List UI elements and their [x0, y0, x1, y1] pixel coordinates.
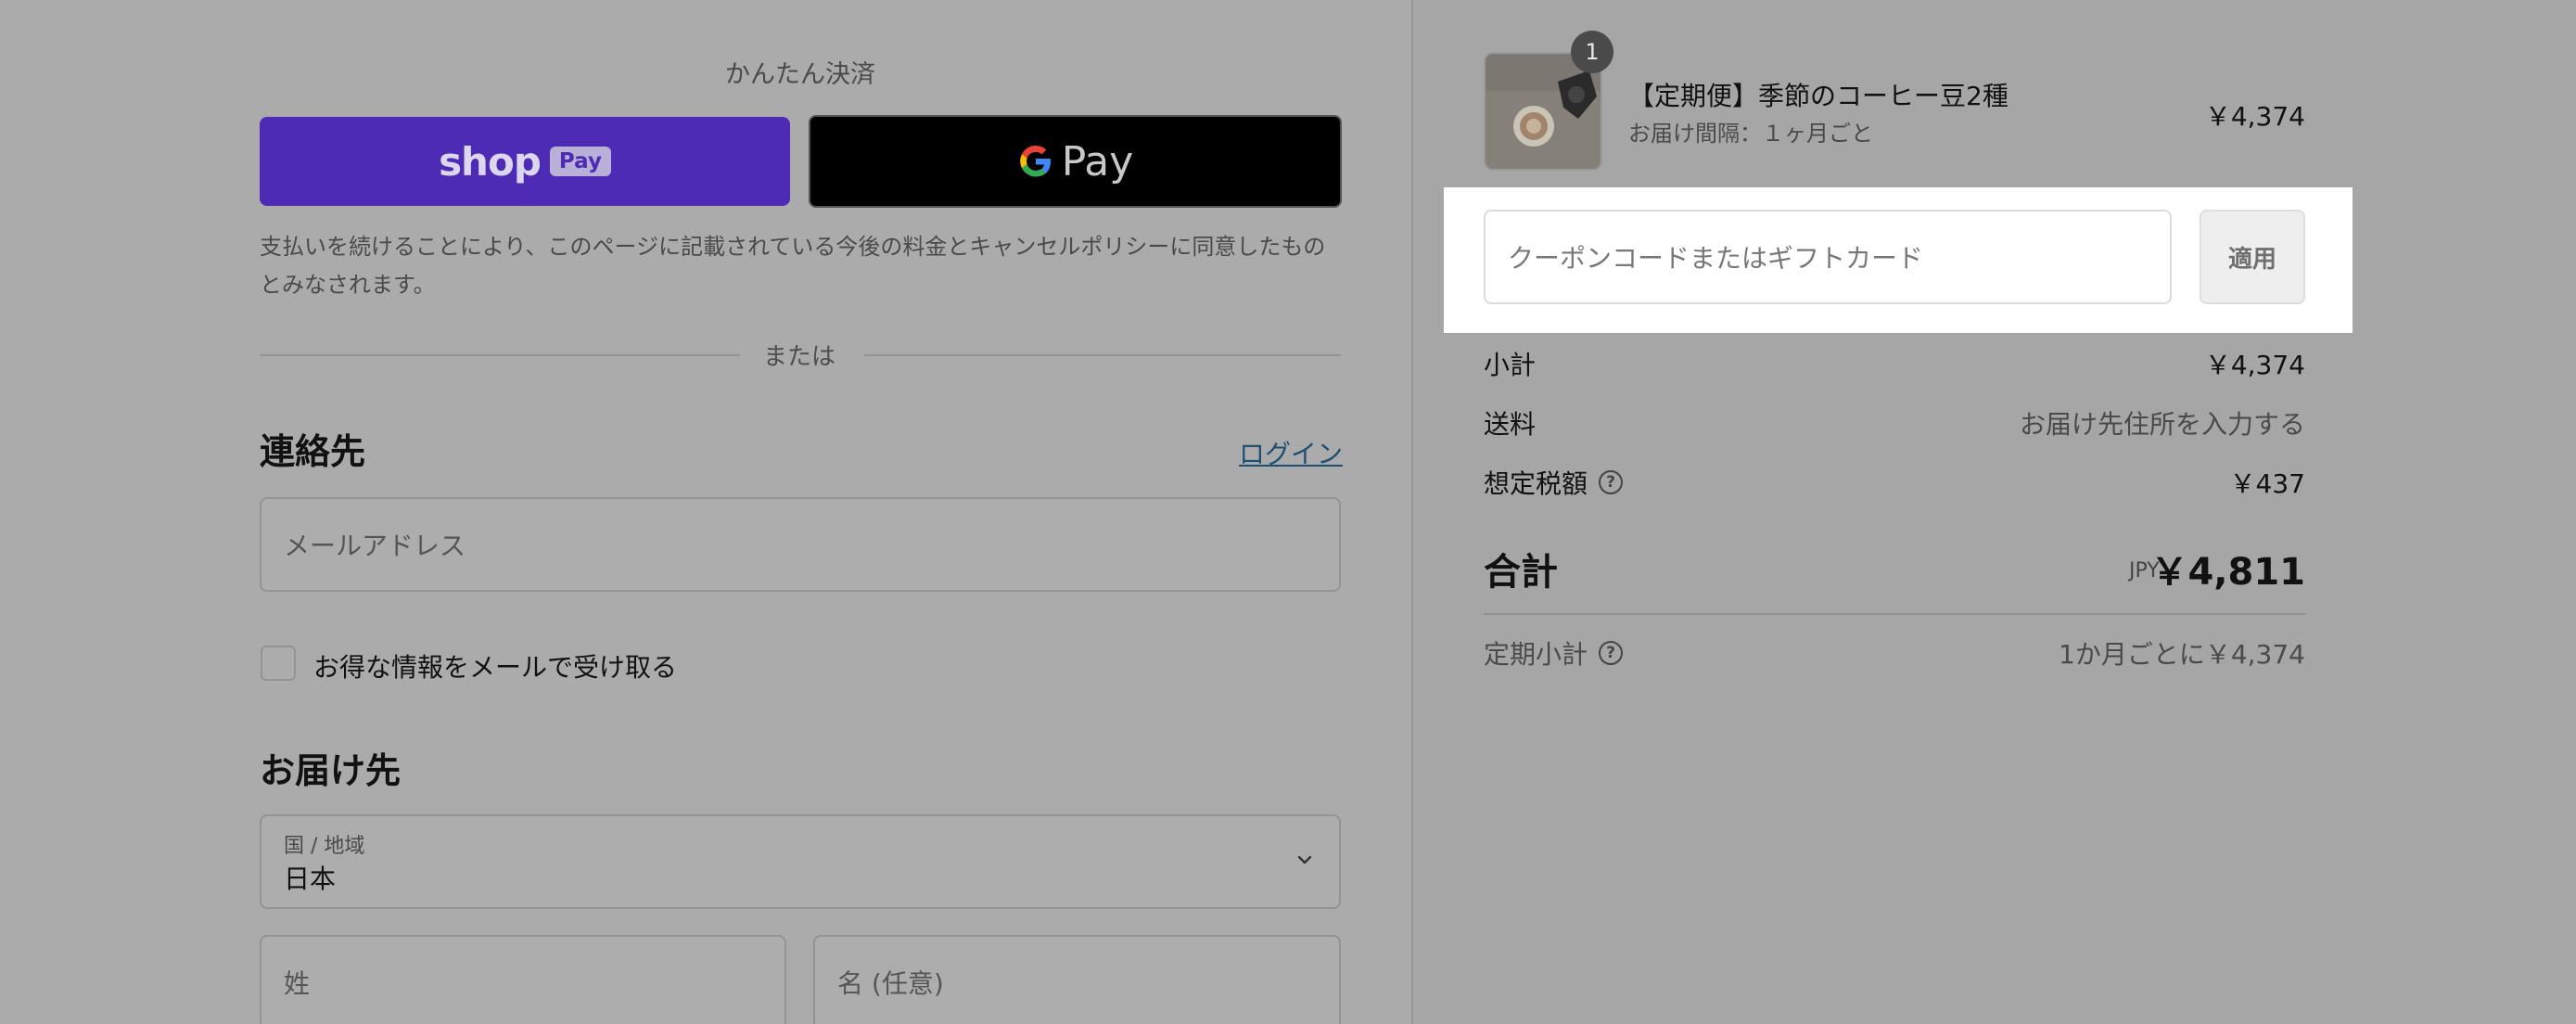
express-checkout-title: かんたん決済 [725, 60, 875, 89]
tax-value: ￥437 [2229, 468, 2305, 499]
google-pay-label: Pay [1061, 137, 1134, 186]
total-value: ￥4,811 [2150, 551, 2305, 594]
subtotal-value: ￥4,374 [2204, 350, 2305, 380]
coupon-input[interactable]: クーポンコードまたはギフトカード [1484, 210, 2172, 304]
recurring-label-group: 定期小計 ? [1484, 634, 1624, 672]
email-placeholder: メールアドレス [284, 531, 466, 561]
email-field[interactable]: メールアドレス [260, 497, 1341, 592]
coupon-placeholder: クーポンコードまたはギフトカード [1508, 243, 1924, 274]
subtotal-row: 小計 ￥4,374 [1484, 345, 2305, 386]
divider-left [260, 354, 740, 356]
divider-or: または [762, 343, 835, 371]
coupon-panel: クーポンコードまたはギフトカード 適用 [1444, 187, 2353, 333]
product-subtitle: お届け間隔：１ヶ月ごと [1628, 121, 1873, 147]
login-link[interactable]: ログイン [1239, 434, 1343, 471]
shop-pay-wordmark: shop [439, 138, 542, 185]
recurring-label: 定期小計 [1484, 639, 1588, 670]
shop-pay-button[interactable]: shop Pay [260, 117, 790, 206]
country-label: 国 / 地域 [284, 835, 365, 858]
shipping-value: お届け先住所を入力する [2019, 409, 2305, 440]
first-name-field[interactable]: 名 (任意) [813, 935, 1341, 1024]
apply-coupon-button[interactable]: 適用 [2200, 210, 2305, 304]
tax-label-group: 想定税額 ? [1484, 464, 1624, 501]
terms-notice: 支払いを続けることにより、このページに記載されている今後の料金とキャンセルポリシ… [260, 234, 1326, 298]
total-label: 合計 [1484, 551, 1558, 594]
shipping-label: 送料 [1484, 409, 1537, 440]
chevron-down-icon [1297, 855, 1312, 864]
recurring-value: 1か月ごとに￥4,374 [2059, 639, 2305, 670]
delivery-heading: お届け先 [260, 750, 402, 791]
shop-pay-badge: Pay [549, 147, 611, 176]
shipping-row: 送料 お届け先住所を入力する [1484, 404, 2305, 445]
newsletter-checkbox[interactable] [261, 646, 296, 681]
product-price: ￥4,374 [2204, 101, 2305, 132]
recurring-help-icon[interactable]: ? [1599, 641, 1624, 665]
google-pay-button[interactable]: Pay [809, 115, 1342, 208]
tax-label: 想定税額 [1484, 468, 1588, 499]
contact-heading: 連絡先 [260, 431, 366, 472]
quantity-badge: 1 [1571, 31, 1613, 73]
product-title: 【定期便】季節のコーヒー豆2種 [1628, 81, 2009, 111]
summary-divider [1484, 613, 2305, 615]
country-value: 日本 [284, 864, 337, 894]
country-select[interactable]: 国 / 地域 日本 [260, 814, 1341, 909]
last-name-field[interactable]: 姓 [260, 935, 786, 1024]
last-name-placeholder: 姓 [284, 968, 311, 999]
newsletter-label: お得な情報をメールで受け取る [313, 652, 678, 683]
first-name-placeholder: 名 (任意) [837, 968, 944, 999]
recurring-subtotal-row: 定期小計 ? 1か月ごとに￥4,374 [1484, 634, 2305, 675]
tax-row: 想定税額 ? ￥437 [1484, 464, 2305, 505]
divider-right [864, 354, 1341, 356]
google-g-icon [1019, 146, 1051, 177]
subtotal-label: 小計 [1484, 350, 1537, 380]
tax-help-icon[interactable]: ? [1599, 470, 1624, 494]
